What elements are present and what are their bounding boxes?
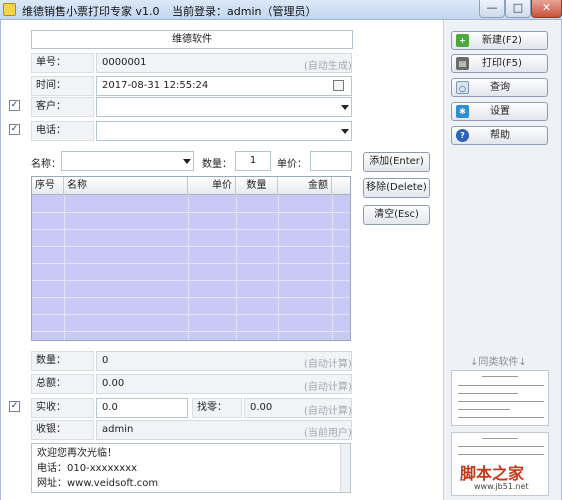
new-button[interactable]: + 新建(F2) bbox=[451, 31, 548, 50]
phone-label: 电话： bbox=[31, 121, 94, 141]
grid-row-line bbox=[32, 297, 350, 298]
price-label: 单价： bbox=[277, 159, 307, 170]
item-name-select[interactable] bbox=[61, 151, 194, 171]
similar-software-thumbnail[interactable]: 脚本之家 www.jb51.net bbox=[451, 432, 549, 496]
items-table[interactable]: 序号 名称 单价 数量 金额 bbox=[31, 176, 351, 341]
total-label: 总额： bbox=[31, 374, 94, 394]
login-label: 当前登录： bbox=[172, 5, 227, 18]
similar-software-label: ↓同类软件↓ bbox=[470, 357, 527, 368]
new-document-icon: + bbox=[456, 34, 469, 47]
chevron-down-icon[interactable] bbox=[341, 105, 349, 110]
window-title: 维德销售小票打印专家 v1.0 bbox=[22, 5, 160, 18]
close-button[interactable]: ✕ bbox=[531, 0, 562, 18]
grid-column-line bbox=[332, 195, 333, 340]
order-no-hint: (自动生成) bbox=[304, 61, 352, 72]
change-label: 找零： bbox=[192, 398, 242, 418]
message-line: 欢迎您再次光临！ bbox=[37, 448, 117, 459]
column-header[interactable]: 数量 bbox=[236, 177, 278, 195]
item-name-label: 名称： bbox=[31, 159, 61, 170]
cashier-label: 收银： bbox=[31, 420, 94, 440]
help-button[interactable]: ? 帮助 bbox=[451, 126, 548, 145]
time-label: 时间： bbox=[31, 76, 94, 96]
count-hint: (自动计算) bbox=[304, 359, 352, 370]
help-button-label: 帮助 bbox=[490, 130, 510, 141]
qty-label: 数量： bbox=[202, 159, 232, 170]
login-user: admin（管理员） bbox=[227, 5, 317, 18]
clear-items-button[interactable]: 清空(Esc) bbox=[363, 205, 430, 225]
print-button[interactable]: ▤ 打印(F5) bbox=[451, 54, 548, 73]
price-input[interactable] bbox=[310, 151, 352, 171]
customer-label: 客户： bbox=[31, 97, 94, 117]
chevron-down-icon[interactable] bbox=[341, 129, 349, 134]
shop-name-input[interactable]: 维德软件 bbox=[31, 30, 353, 49]
app-icon bbox=[3, 3, 16, 16]
gear-icon: ✱ bbox=[456, 105, 469, 118]
message-line: 电话：010-xxxxxxxx bbox=[37, 463, 138, 474]
grid-row-line bbox=[32, 263, 350, 264]
grid-row-line bbox=[32, 331, 350, 332]
grid-row-line bbox=[32, 229, 350, 230]
maximize-button[interactable]: □ bbox=[505, 0, 531, 18]
settings-button-label: 设置 bbox=[490, 106, 510, 117]
minimize-button[interactable]: — bbox=[479, 0, 505, 18]
phone-checkbox[interactable]: ✓ bbox=[9, 124, 20, 135]
cashier-hint: (当前用户) bbox=[304, 428, 352, 439]
title-bar: 维德销售小票打印专家 v1.0 当前登录：admin（管理员） — □ ✕ bbox=[0, 0, 562, 20]
grid-row-line bbox=[32, 314, 350, 315]
grid-row-line bbox=[32, 212, 350, 213]
watermark-brand: 脚本之家 bbox=[460, 464, 525, 483]
time-picker[interactable]: 2017-08-31 12:55:24 bbox=[96, 76, 352, 96]
calendar-icon[interactable] bbox=[333, 80, 344, 91]
footer-message-textarea[interactable]: 欢迎您再次光临！ 电话：010-xxxxxxxx 网址：www.veidsoft… bbox=[31, 443, 351, 493]
received-label: 实收： bbox=[31, 398, 94, 418]
grid-column-line bbox=[278, 195, 279, 340]
similar-software-thumbnail[interactable] bbox=[451, 370, 549, 426]
login-status: 当前登录：admin（管理员） bbox=[172, 3, 316, 19]
new-button-label: 新建(F2) bbox=[482, 35, 522, 46]
received-checkbox[interactable]: ✓ bbox=[9, 401, 20, 412]
column-header[interactable]: 名称 bbox=[64, 177, 188, 195]
remove-item-button[interactable]: 移除(Delete) bbox=[363, 178, 430, 198]
query-button-label: 查询 bbox=[490, 82, 510, 93]
column-header[interactable]: 序号 bbox=[32, 177, 64, 195]
scrollbar[interactable] bbox=[340, 444, 350, 492]
grid-column-line bbox=[236, 195, 237, 340]
print-button-label: 打印(F5) bbox=[482, 58, 522, 69]
add-item-button[interactable]: 添加(Enter) bbox=[363, 152, 430, 172]
grid-column-line bbox=[188, 195, 189, 340]
customer-checkbox[interactable]: ✓ bbox=[9, 100, 20, 111]
printer-icon: ▤ bbox=[456, 57, 469, 70]
chevron-down-icon[interactable] bbox=[183, 159, 191, 164]
grid-row-line bbox=[32, 246, 350, 247]
magnifier-icon: ○ bbox=[456, 81, 469, 94]
help-icon: ? bbox=[456, 129, 469, 142]
column-header[interactable]: 金额 bbox=[278, 177, 332, 195]
settings-button[interactable]: ✱ 设置 bbox=[451, 102, 548, 121]
grid-row-line bbox=[32, 280, 350, 281]
qty-input[interactable]: 1 bbox=[235, 151, 271, 171]
order-no-label: 单号： bbox=[31, 53, 94, 73]
phone-select[interactable] bbox=[96, 121, 352, 141]
customer-select[interactable] bbox=[96, 97, 352, 117]
query-button[interactable]: ○ 查询 bbox=[451, 78, 548, 97]
column-header[interactable]: 单价 bbox=[188, 177, 236, 195]
count-label: 数量： bbox=[31, 351, 94, 371]
grid-column-line bbox=[64, 195, 65, 340]
received-input[interactable]: 0.0 bbox=[96, 398, 188, 418]
change-hint: (自动计算) bbox=[304, 406, 352, 417]
message-line: 网址：www.veidsoft.com bbox=[37, 478, 159, 489]
watermark-url: www.jb51.net bbox=[474, 482, 529, 491]
table-header: 序号 名称 单价 数量 金额 bbox=[32, 177, 350, 195]
total-hint: (自动计算) bbox=[304, 382, 352, 393]
